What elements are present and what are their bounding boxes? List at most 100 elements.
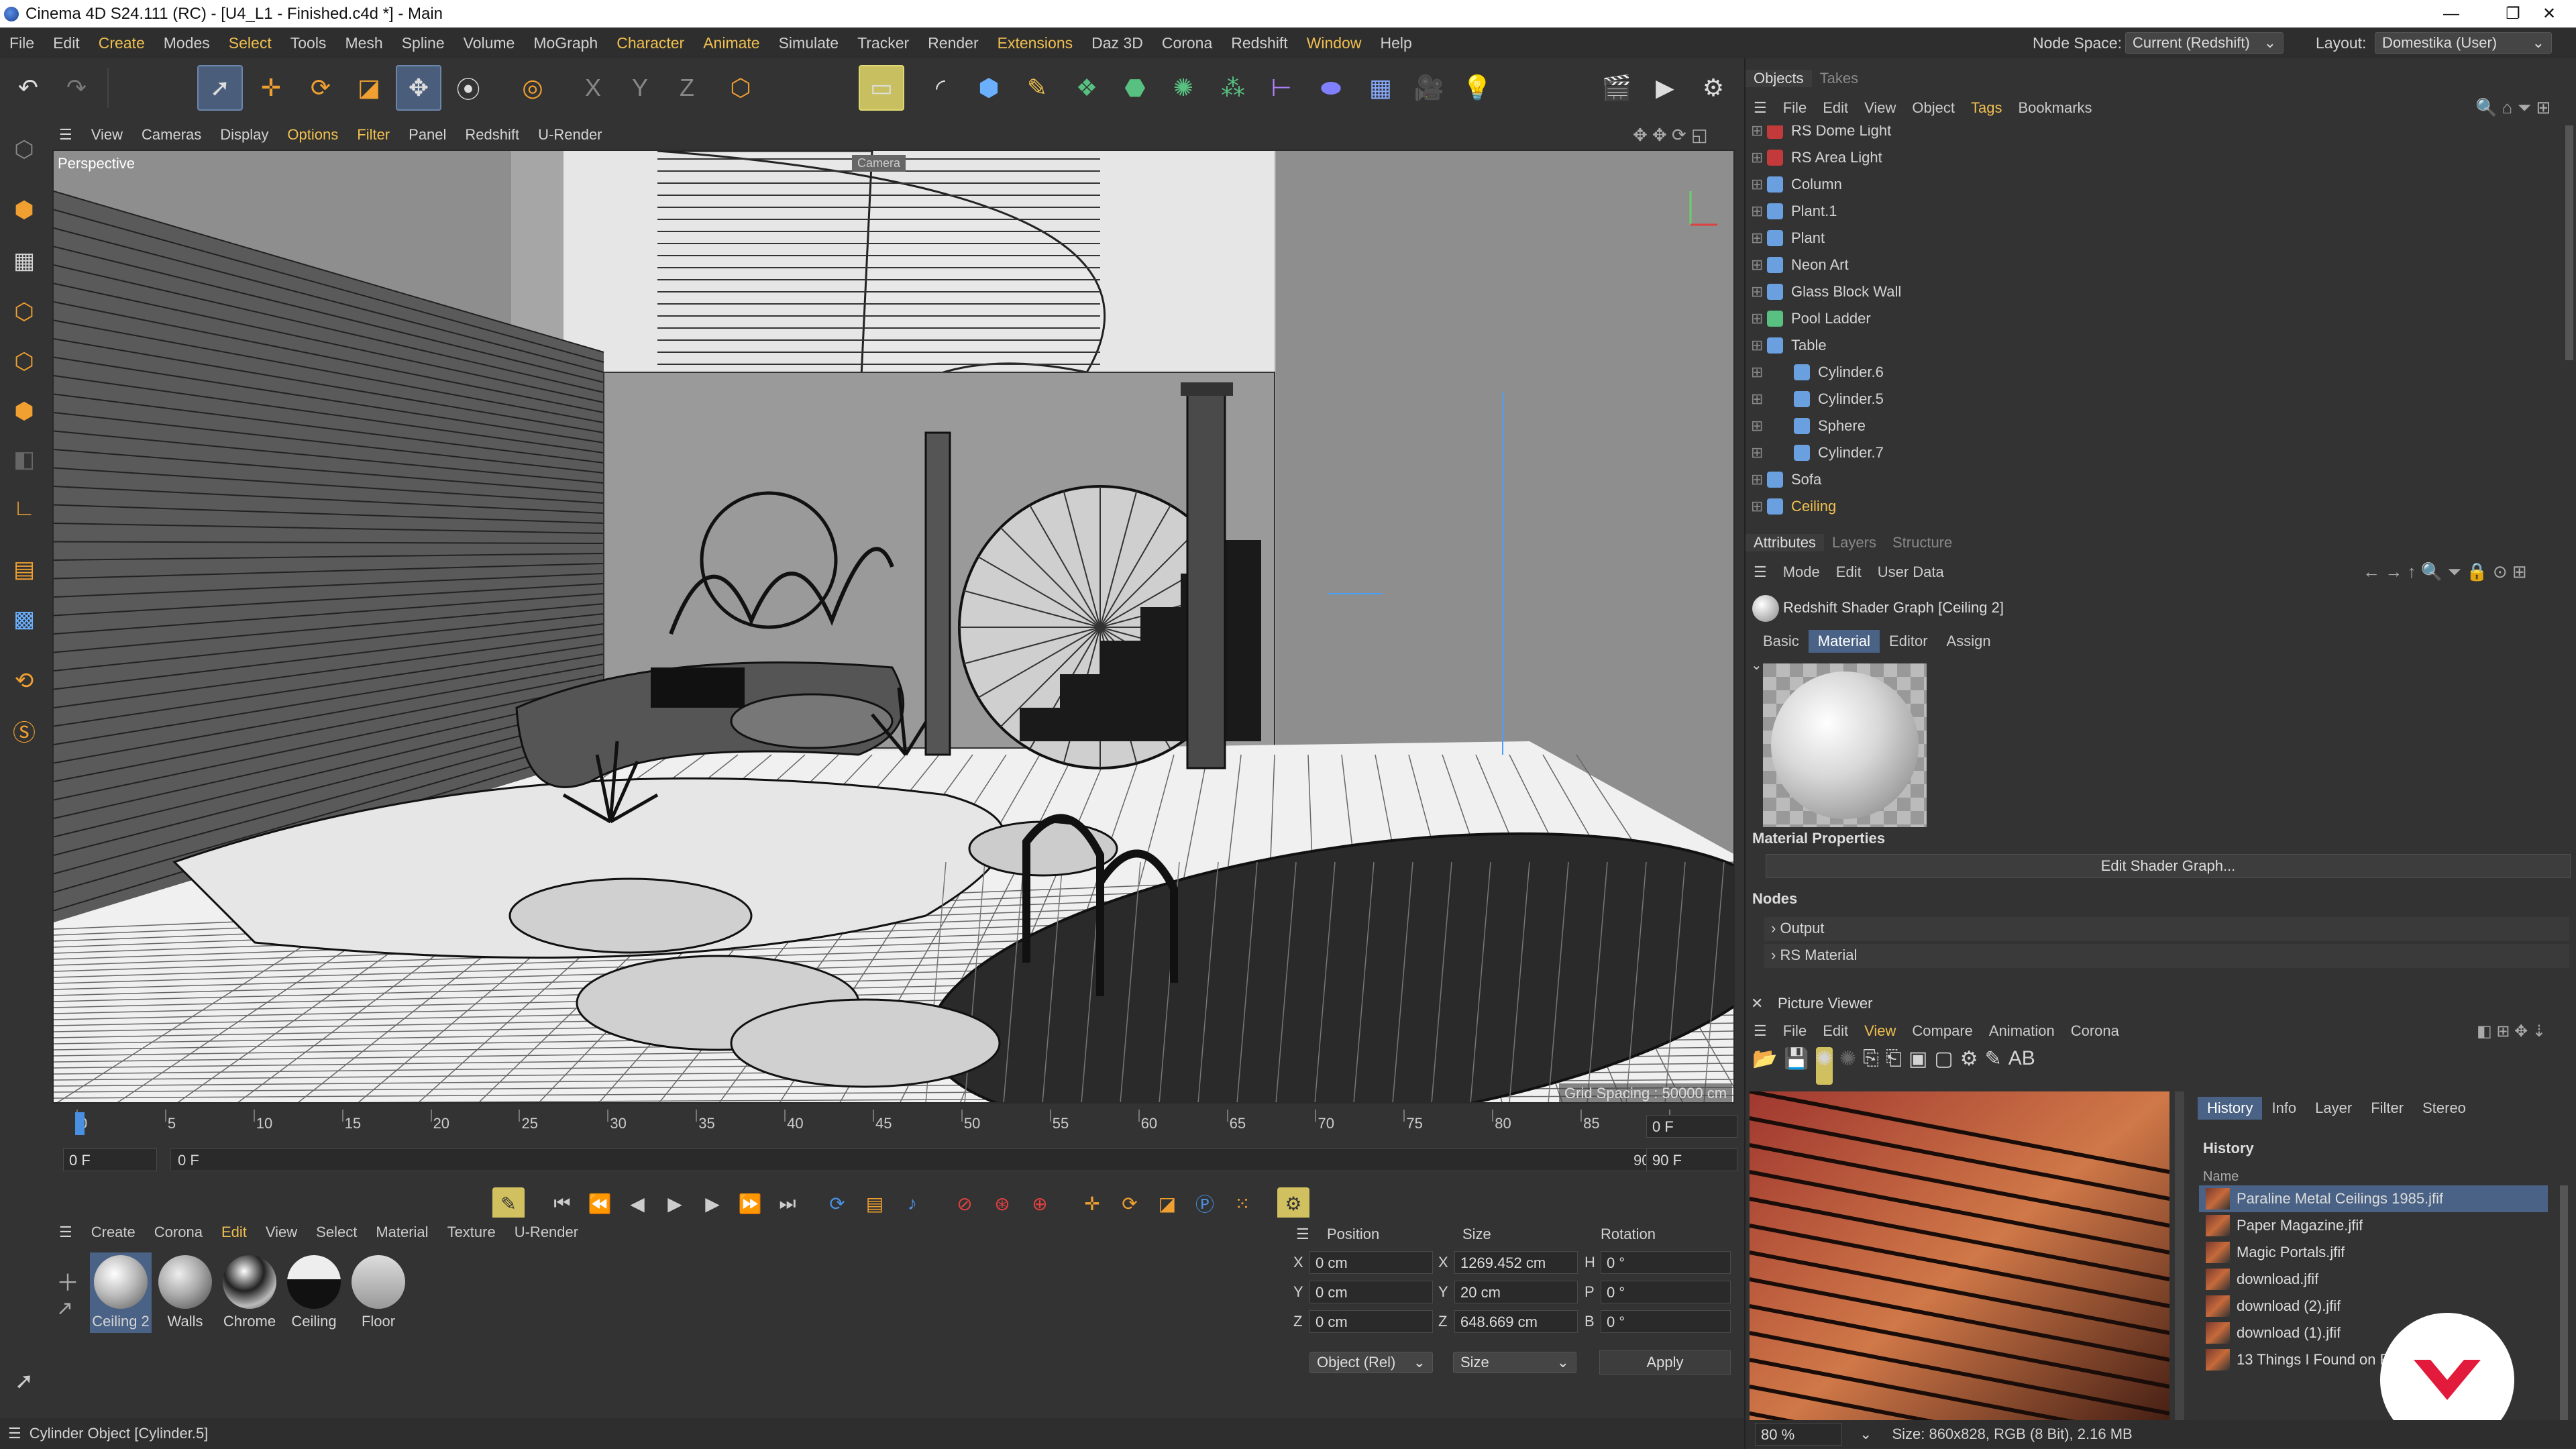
viewport-menu-filter[interactable]: Filter xyxy=(347,126,399,144)
expand-icon[interactable]: ⊞ xyxy=(1751,203,1767,220)
menu-select[interactable]: Select xyxy=(219,34,281,52)
next-frame-icon[interactable]: ▶ xyxy=(696,1187,729,1220)
play-icon[interactable]: ▶ xyxy=(659,1187,691,1220)
material-menu-select[interactable]: Select xyxy=(307,1224,366,1241)
timeline[interactable]: 051015202530354045505560657075808590 0 F… xyxy=(50,1106,1737,1179)
menu-redshift[interactable]: Redshift xyxy=(1222,34,1297,52)
attr-menu-mode[interactable]: Mode xyxy=(1775,564,1828,581)
object-row[interactable]: ⊞Sphere⋮✓⁘ xyxy=(1746,413,2561,439)
history-scrollbar[interactable] xyxy=(2560,1185,2568,1440)
key-rotation-icon[interactable]: ⟳ xyxy=(1114,1187,1146,1220)
viewport-nav-icons[interactable]: ✥ ✥ ⟳ ◱ xyxy=(1633,125,1708,146)
status-menu-icon[interactable]: ☰ xyxy=(0,1425,30,1442)
workplane-icon[interactable]: ▤ xyxy=(4,549,44,590)
material-swatch[interactable]: Ceiling 2 xyxy=(90,1252,152,1333)
tab-layers[interactable]: Layers xyxy=(1824,534,1884,551)
scale-tool-icon[interactable]: ◪ xyxy=(346,65,392,111)
pv-menu-icon[interactable]: ☰ xyxy=(1746,1022,1775,1040)
key-scale-icon[interactable]: ◪ xyxy=(1151,1187,1183,1220)
menu-mograph[interactable]: MoGraph xyxy=(524,34,607,52)
material-arrow-icon[interactable]: ↗ xyxy=(56,1297,73,1320)
render-region-icon[interactable]: ▭ xyxy=(859,65,904,111)
loop-icon[interactable]: ⟳ xyxy=(821,1187,853,1220)
material-menu-view[interactable]: View xyxy=(256,1224,307,1241)
mograph-icon[interactable]: ⁂ xyxy=(1210,65,1256,111)
expand-icon[interactable]: ⊞ xyxy=(1751,310,1767,327)
coords-menu-icon[interactable]: ☰ xyxy=(1296,1226,1309,1243)
menu-window[interactable]: Window xyxy=(1297,34,1371,52)
end-frame-field[interactable]: 90 F xyxy=(1646,1148,1737,1171)
field-icon[interactable]: ⬬ xyxy=(1308,65,1354,111)
light-icon[interactable]: 💡 xyxy=(1454,65,1500,111)
live-select-icon[interactable]: ⦿ xyxy=(445,65,491,111)
material-swatch[interactable]: Ceiling xyxy=(283,1252,345,1333)
objects-menu-object[interactable]: Object xyxy=(1904,99,1963,117)
pv-menu-view[interactable]: View xyxy=(1856,1022,1904,1040)
object-row[interactable]: ⊞Cylinder.7⋮✓⁘ xyxy=(1746,439,2561,466)
object-row[interactable]: ⊞Table⋮ xyxy=(1746,332,2561,359)
layout-select[interactable]: Domestika (User) ⌄ xyxy=(2375,32,2552,54)
tab-attributes[interactable]: Attributes xyxy=(1746,534,1824,551)
motion-icon[interactable]: ▤ xyxy=(859,1187,891,1220)
tab-objects[interactable]: Objects xyxy=(1746,70,1812,87)
menu-render[interactable]: Render xyxy=(918,34,987,52)
viewport-menu-options[interactable]: Options xyxy=(278,126,347,144)
pv-window-icons[interactable]: ◧ ⊞ ✥ ⇣ xyxy=(2477,1022,2546,1041)
pv-tab-info[interactable]: Info xyxy=(2262,1097,2306,1120)
expand-icon[interactable]: ⊞ xyxy=(1751,229,1767,247)
select-tool-icon[interactable]: ➚ xyxy=(197,65,243,111)
magnet-icon[interactable]: ⟲ xyxy=(4,661,44,701)
material-swatch[interactable]: Walls xyxy=(154,1252,216,1333)
tab-structure[interactable]: Structure xyxy=(1884,534,1960,551)
object-row[interactable]: ⊞Ceiling⋮▲▲▲▲▲▲△△△△△△ xyxy=(1746,493,2561,520)
menu-help[interactable]: Help xyxy=(1371,34,1421,52)
redo-icon[interactable]: ↷ xyxy=(54,65,99,111)
deformer-icon[interactable]: ⊢ xyxy=(1258,65,1304,111)
objects-menu-tags[interactable]: Tags xyxy=(1963,99,2010,117)
pv-menu-compare[interactable]: Compare xyxy=(1904,1022,1980,1040)
expand-icon[interactable]: ⊞ xyxy=(1751,444,1767,462)
model-mode-icon[interactable]: ⬢ xyxy=(4,190,44,230)
expand-icon[interactable]: ⊞ xyxy=(1751,417,1767,435)
spline-pen-icon[interactable]: ◜ xyxy=(918,65,963,111)
expand-icon[interactable]: ⊞ xyxy=(1751,471,1767,488)
snap-icon[interactable]: ▩ xyxy=(4,599,44,639)
undo-icon[interactable]: ↶ xyxy=(5,65,51,111)
attr-nav-icons[interactable]: ← → ↑ 🔍 ⏷ 🔒 ⊙ ⊞ xyxy=(2363,561,2527,583)
viewport-menu-view[interactable]: View xyxy=(82,126,132,144)
expand-icon[interactable]: ⊞ xyxy=(1751,390,1767,408)
object-row[interactable]: ⊞RS Area Light⋮✓ xyxy=(1746,144,2561,171)
pv-tab-filter[interactable]: Filter xyxy=(2361,1097,2413,1120)
rotate-tool-icon[interactable]: ⟳ xyxy=(298,65,343,111)
objects-scrollbar[interactable] xyxy=(2565,125,2573,360)
material-menu-corona[interactable]: Corona xyxy=(145,1224,212,1241)
script-icon[interactable]: Ⓢ xyxy=(4,710,44,751)
axis-mode-icon[interactable]: ∟ xyxy=(4,488,44,528)
y-axis-lock-icon[interactable]: Y xyxy=(617,65,663,111)
pv-paste-icon[interactable]: ⎗ xyxy=(1886,1047,1902,1085)
subtab-assign[interactable]: Assign xyxy=(1937,630,2000,653)
object-row[interactable]: ⊞Plant⋮ xyxy=(1746,225,2561,252)
object-rel-select[interactable]: Object (Rel) ⌄ xyxy=(1309,1352,1433,1373)
x-axis-lock-icon[interactable]: X xyxy=(570,65,616,111)
key-selection-icon[interactable]: ⊕ xyxy=(1024,1187,1056,1220)
autokey-icon[interactable]: ⊛ xyxy=(986,1187,1018,1220)
collapse-arrow-icon[interactable]: ⌄ xyxy=(1751,657,1762,674)
zoom-field[interactable]: 80 % xyxy=(1755,1423,1842,1446)
size-field[interactable]: 1269.452 cm xyxy=(1454,1251,1578,1274)
expand-icon[interactable]: ⊞ xyxy=(1751,125,1767,140)
viewport-menu-icon[interactable]: ☰ xyxy=(50,126,82,144)
rotation-field[interactable]: 0 ° xyxy=(1601,1310,1731,1333)
expand-icon[interactable]: ⊞ xyxy=(1751,176,1767,193)
camera-icon[interactable]: 🎥 xyxy=(1406,65,1452,111)
object-row[interactable]: ⊞Sofa⋮ xyxy=(1746,466,2561,493)
viewport-menu-panel[interactable]: Panel xyxy=(399,126,455,144)
edit-shader-graph-button[interactable]: Edit Shader Graph... xyxy=(1766,854,2571,878)
current-frame-field[interactable]: 0 F xyxy=(1646,1115,1737,1138)
add-material-icon[interactable]: ＋ xyxy=(56,1265,79,1297)
make-editable-icon[interactable]: ⬡ xyxy=(4,129,44,170)
pen-icon[interactable]: ✎ xyxy=(1014,65,1060,111)
uv-mode-icon[interactable]: ◧ xyxy=(4,439,44,480)
subtab-material[interactable]: Material xyxy=(1808,630,1880,653)
objects-menu-icon[interactable]: ☰ xyxy=(1746,99,1775,117)
